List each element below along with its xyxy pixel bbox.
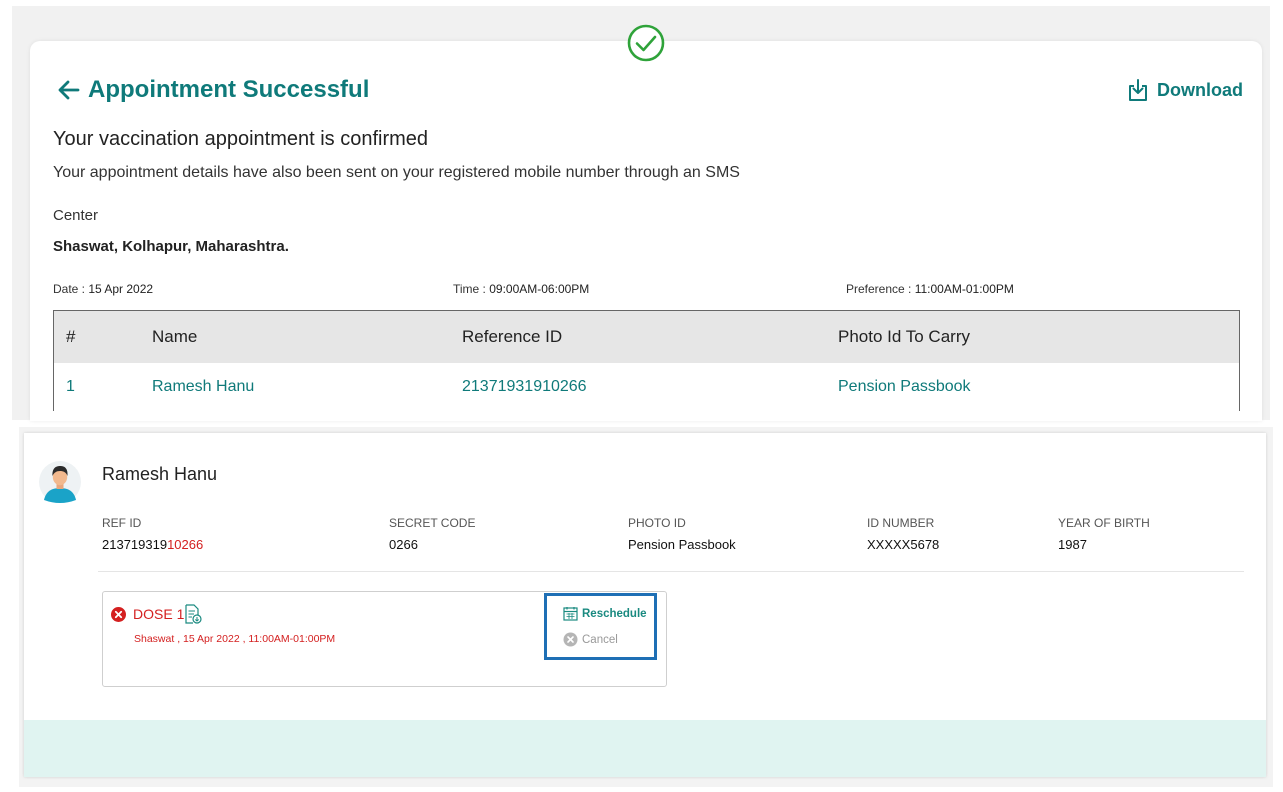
calendar-icon (563, 607, 578, 621)
date-label: Date : (53, 282, 86, 296)
column-header: Name (152, 327, 198, 346)
download-icon (1129, 79, 1147, 101)
download-button[interactable]: Download (1127, 78, 1243, 102)
avatar-icon (39, 461, 81, 503)
reschedule-button[interactable]: Reschedule (563, 606, 647, 621)
column-header: Reference ID (462, 327, 563, 346)
table-row: 1 Ramesh Hanu 21371931910266 Pension Pas… (54, 363, 1239, 411)
secret-code-value: 0266 (389, 537, 418, 552)
preference-value: 11:00AM-01:00PM (914, 282, 1014, 296)
ref-id-prefix: 213719319 (102, 537, 168, 552)
back-arrow-icon[interactable] (56, 77, 82, 103)
photo-id-label: PHOTO ID (628, 516, 686, 530)
cancel-label: Cancel (582, 633, 618, 646)
center-value: Shaswat, Kolhapur, Maharashtra. (53, 238, 289, 255)
cancel-icon (563, 632, 578, 647)
table-cell: Ramesh Hanu (152, 378, 255, 395)
download-label: Download (1157, 79, 1243, 100)
time-value: 09:00AM-06:00PM (489, 282, 590, 296)
column-header: Photo Id To Carry (838, 327, 970, 346)
x-circle-icon (111, 607, 126, 622)
table-cell: Pension Passbook (838, 378, 971, 395)
document-icon[interactable] (184, 604, 202, 624)
page-title: Appointment Successful (88, 76, 370, 103)
dose-detail: Shaswat , 15 Apr 2022 , 11:00AM-01:00PM (134, 633, 336, 645)
secret-code-label: SECRET CODE (389, 516, 476, 530)
time-label: Time : (453, 282, 486, 296)
divider (98, 571, 1244, 572)
beneficiary-name: Ramesh Hanu (102, 464, 218, 484)
year-of-birth-value: 1987 (1058, 537, 1087, 552)
page-title-row: Appointment Successful (56, 76, 369, 104)
table-cell: 21371931910266 (462, 378, 587, 395)
cancel-button[interactable]: Cancel (563, 632, 618, 647)
column-header: # (66, 327, 76, 346)
date-value: 15 Apr 2022 (88, 282, 154, 296)
ref-id-label: REF ID (102, 516, 142, 530)
confirmation-subtext: Your appointment details have also been … (53, 164, 740, 181)
year-of-birth-label: YEAR OF BIRTH (1058, 516, 1150, 530)
check-circle-icon (627, 24, 665, 62)
id-number-value: XXXXX5678 (867, 537, 940, 552)
dose-title: DOSE 1 (133, 606, 185, 622)
table-header-row: # Name Reference ID Photo Id To Carry (54, 311, 1239, 363)
table-cell: 1 (66, 378, 75, 395)
id-number-label: ID NUMBER (867, 516, 935, 530)
ref-id-value: 21371931910266 (102, 537, 203, 552)
ref-id-highlight: 10266 (167, 537, 204, 552)
center-label: Center (53, 207, 99, 224)
confirmation-heading: Your vaccination appointment is confirme… (53, 128, 429, 150)
dose-actions-highlight (544, 593, 657, 660)
preference-info: Preference : 11:00AM-01:00PM (846, 282, 1014, 296)
time-info: Time : 09:00AM-06:00PM (453, 282, 589, 296)
photo-id-value: Pension Passbook (628, 537, 736, 552)
appointment-table: # Name Reference ID Photo Id To Carry 1 … (53, 310, 1240, 411)
date-info: Date : 15 Apr 2022 (53, 282, 153, 296)
preference-label: Preference : (846, 282, 912, 296)
panel-footer (24, 720, 1266, 777)
reschedule-label: Reschedule (582, 607, 647, 620)
